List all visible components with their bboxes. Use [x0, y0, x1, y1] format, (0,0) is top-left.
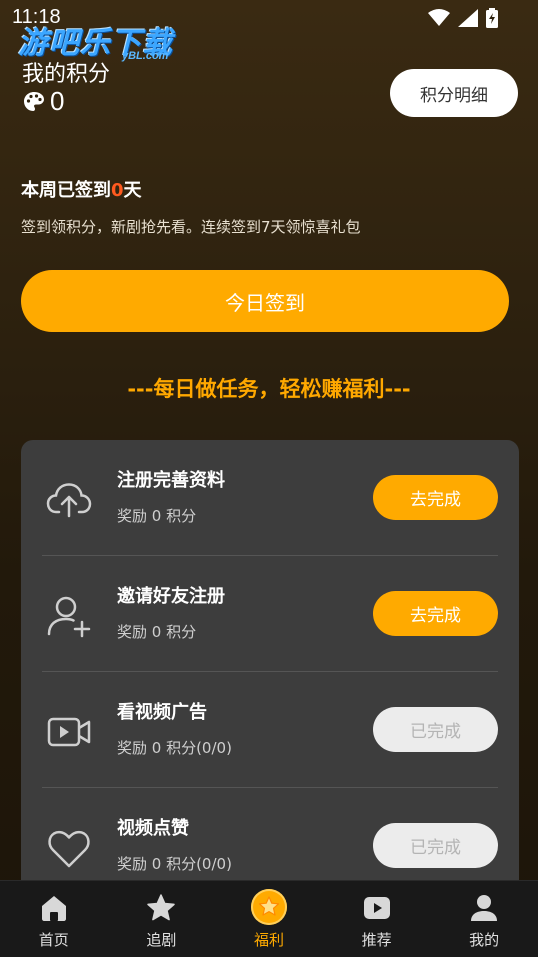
task-name: 看视频广告: [117, 702, 207, 723]
task-reward: 奖励 0 积分(0/0): [117, 855, 232, 873]
nav-item-home[interactable]: 首页: [0, 881, 108, 957]
star-icon: [147, 894, 176, 921]
points-value: 0: [50, 86, 65, 116]
play-icon: [363, 897, 390, 919]
points-title: 我的积分: [22, 62, 111, 87]
watermark-subtext: yBL.com: [122, 50, 169, 62]
checkin-button[interactable]: 今日签到: [21, 270, 509, 332]
battery-icon: [486, 8, 498, 28]
signal-icon: [458, 9, 478, 27]
task-done-button[interactable]: 已完成: [373, 707, 498, 752]
welfare-star-shape: [258, 896, 280, 916]
status-icons: [428, 8, 498, 28]
nav-item-welfare[interactable]: 福利: [215, 881, 323, 957]
nav-item-recommend[interactable]: 推荐: [323, 881, 431, 957]
task-done-button[interactable]: 已完成: [373, 823, 498, 868]
add-user-icon: [47, 596, 91, 638]
cloud-upload-icon: [46, 483, 92, 518]
task-name: 邀请好友注册: [117, 586, 225, 607]
task-go-button[interactable]: 去完成: [373, 591, 498, 636]
task-row-watch-ad: 看视频广告 奖励 0 积分(0/0) 已完成: [21, 672, 519, 788]
task-reward: 奖励 0 积分: [117, 507, 197, 525]
nav-label: 追剧: [146, 931, 177, 949]
week-count: 0: [111, 180, 124, 201]
palette-icon: [24, 91, 44, 111]
daily-tasks-heading: ---每日做任务，轻松赚福利---: [127, 377, 411, 401]
heart-icon: [48, 830, 90, 868]
week-description: 签到领积分，新剧抢先看。连续签到7天领惊喜礼包: [21, 218, 361, 236]
nav-label: 首页: [38, 931, 69, 949]
nav-item-follow[interactable]: 追剧: [108, 881, 216, 957]
nav-label: 我的: [469, 931, 500, 949]
task-name: 注册完善资料: [117, 470, 225, 491]
home-icon: [41, 896, 66, 921]
profile-icon: [471, 895, 498, 921]
wifi-icon: [428, 9, 450, 26]
welfare-star-icon: [250, 889, 287, 925]
week-checkin-title: 本周已签到0天: [21, 176, 142, 202]
bottom-nav: 首页 追剧 福利 推荐 我的: [0, 880, 538, 957]
task-card: 注册完善资料 奖励 0 积分 去完成 邀请好友注册 奖励 0 积分 去完成 看视…: [21, 440, 519, 900]
points-value-row: 0: [22, 86, 64, 117]
task-go-button[interactable]: 去完成: [373, 475, 498, 520]
task-name: 视频点赞: [117, 818, 189, 839]
task-reward: 奖励 0 积分: [117, 623, 197, 641]
nav-item-profile[interactable]: 我的: [430, 881, 538, 957]
nav-label: 推荐: [361, 931, 392, 949]
task-row-register: 注册完善资料 奖励 0 积分 去完成: [21, 440, 519, 556]
week-prefix: 本周已签到: [21, 180, 111, 201]
task-row-invite: 邀请好友注册 奖励 0 积分 去完成: [21, 556, 519, 672]
video-icon: [47, 717, 91, 747]
week-suffix: 天: [123, 180, 142, 201]
nav-label: 福利: [253, 931, 284, 949]
task-reward: 奖励 0 积分(0/0): [117, 739, 232, 757]
points-detail-button[interactable]: 积分明细: [390, 69, 518, 117]
